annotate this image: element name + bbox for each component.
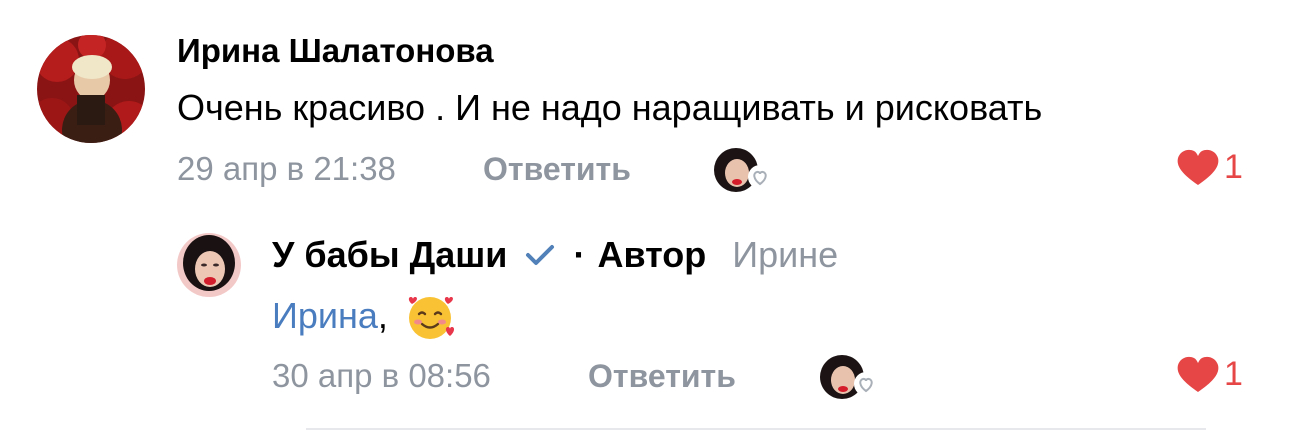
comment-text: Очень красиво . И не надо наращивать и р… (177, 87, 1043, 128)
mention-link[interactable]: Ирина (272, 295, 378, 337)
reply-like-button[interactable]: 1 (1176, 355, 1243, 393)
reply-author-avatar[interactable] (177, 233, 241, 297)
commenter-name[interactable]: Ирина Шалатонова (177, 32, 494, 70)
reply-text-suffix: , (377, 295, 388, 336)
reply-addressee[interactable]: Ирине (732, 234, 838, 276)
smiling-face-with-hearts-icon (406, 292, 458, 340)
reply-text: Ирина , (272, 292, 458, 340)
reply-reply-button[interactable]: Ответить (588, 358, 736, 395)
reply-like-count: 1 (1224, 355, 1243, 393)
comment-timestamp[interactable]: 29 апр в 21:38 (177, 150, 396, 188)
reply-author-name[interactable]: У бабы Даши (272, 234, 507, 276)
heart-icon (1177, 356, 1219, 392)
liked-by-avatar[interactable] (713, 147, 772, 193)
verified-check-icon (525, 243, 555, 267)
reply-liked-by-avatar[interactable] (819, 354, 878, 400)
commenter-avatar[interactable] (37, 35, 145, 143)
heart-icon (1177, 149, 1219, 185)
author-badge: Автор (597, 234, 707, 275)
like-count: 1 (1224, 148, 1243, 186)
reply-button[interactable]: Ответить (483, 151, 631, 188)
divider (306, 428, 1206, 430)
like-button[interactable]: 1 (1176, 148, 1243, 186)
reply-header: У бабы Даши · Автор Ирине (272, 234, 838, 276)
separator-dot: · (573, 234, 586, 275)
reply-timestamp[interactable]: 30 апр в 08:56 (272, 357, 491, 395)
